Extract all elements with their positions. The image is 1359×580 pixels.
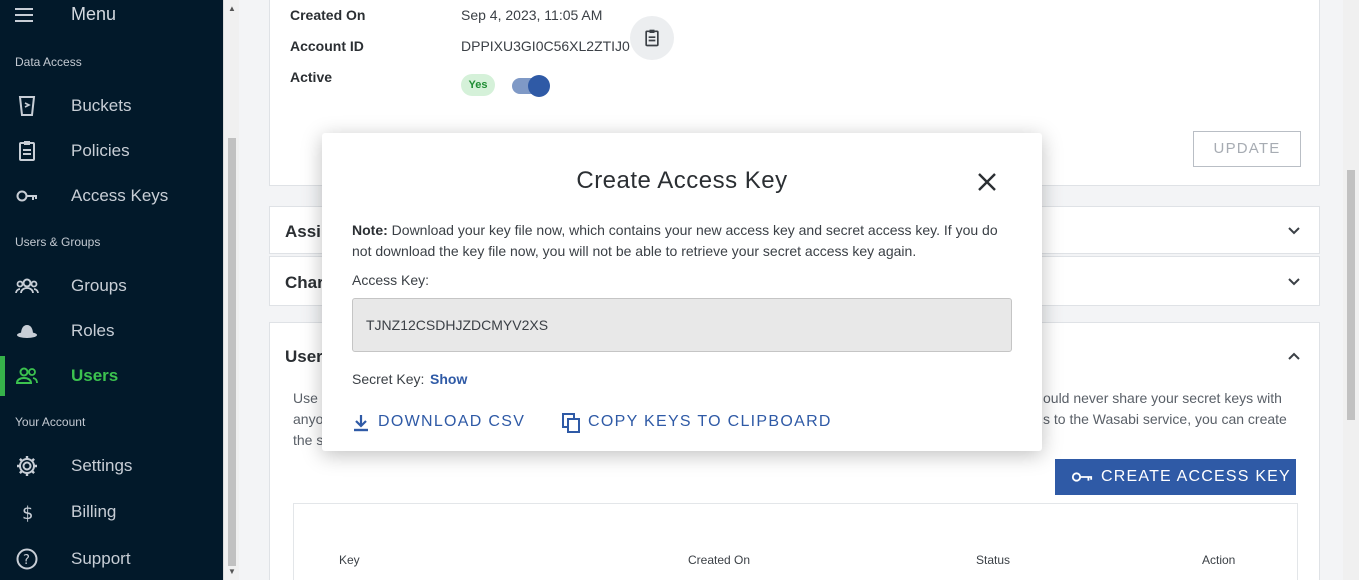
hamburger-icon <box>15 8 33 22</box>
update-button[interactable]: UPDATE <box>1193 131 1301 167</box>
close-button[interactable] <box>974 169 1000 195</box>
dialog-note: Note: Download your key file now, which … <box>352 220 1012 262</box>
sidebar-item-buckets[interactable]: Buckets <box>0 86 223 126</box>
svg-text:?: ? <box>23 553 30 568</box>
toggle-knob <box>528 75 550 97</box>
chevron-down-icon <box>1288 278 1300 286</box>
access-key-label: Access Key: <box>352 272 430 288</box>
secret-key-label: Secret Key: <box>352 371 425 387</box>
note-label: Note: <box>352 222 388 238</box>
bucket-icon <box>15 94 39 118</box>
sidebar-item-groups[interactable]: Groups <box>0 266 223 306</box>
sidebar-scrollbar[interactable]: ▲ ▼ <box>223 0 239 580</box>
copy-keys-button[interactable]: COPY KEYS TO CLIPBOARD <box>562 412 830 434</box>
create-access-key-dialog: Create Access Key Note: Download your ke… <box>322 133 1042 451</box>
keys-paragraph-right: ould never share your secret keys with s… <box>1043 390 1287 427</box>
column-header-key: Key <box>339 553 360 567</box>
created-on-value: Sep 4, 2023, 11:05 AM <box>461 7 603 23</box>
sidebar-item-label: Groups <box>71 276 127 295</box>
key-icon <box>1071 472 1093 482</box>
sidebar-item-label: Settings <box>71 456 133 475</box>
clipboard-icon <box>15 139 39 163</box>
sidebar-item-users[interactable]: Users <box>0 356 223 396</box>
access-keys-table <box>293 503 1298 580</box>
gear-icon <box>15 454 39 478</box>
column-header-status: Status <box>976 553 1011 567</box>
created-on-label: Created On <box>290 7 366 23</box>
copy-account-id-button[interactable] <box>630 16 674 60</box>
sidebar-item-roles[interactable]: Roles <box>0 311 223 351</box>
users-icon <box>15 364 39 388</box>
sidebar-item-label: Users <box>71 366 119 385</box>
sidebar-item-access-keys[interactable]: Access Keys <box>0 176 223 216</box>
sidebar-item-label: Access Keys <box>71 186 169 205</box>
column-header-action: Action <box>1202 553 1236 567</box>
create-access-key-label: CREATE ACCESS KEY <box>1101 468 1291 485</box>
account-id-value: DPPIXU3GI0C56XL2ZTIJ0 <box>461 38 630 54</box>
sidebar-item-label: Billing <box>71 502 117 521</box>
sidebar-item-label: Support <box>71 549 131 568</box>
download-csv-button[interactable]: DOWNLOAD CSV <box>352 412 526 434</box>
copy-keys-label: COPY KEYS TO CLIPBOARD <box>588 413 832 430</box>
access-key-field[interactable]: TJNZ12CSDHJZDCMYV2XS <box>352 298 1012 352</box>
sidebar-item-billing[interactable]: $ Billing <box>0 492 223 532</box>
menu-toggle[interactable]: Menu <box>0 0 223 30</box>
chevron-down-icon <box>1288 227 1300 235</box>
sidebar-item-support[interactable]: ? Support <box>0 539 223 579</box>
active-toggle[interactable] <box>512 75 550 97</box>
menu-label: Menu <box>71 4 117 24</box>
help-icon: ? <box>15 547 39 571</box>
sidebar-item-label: Buckets <box>71 96 132 115</box>
sidebar-item-policies[interactable]: Policies <box>0 131 223 171</box>
note-text: Download your key file now, which contai… <box>352 222 998 259</box>
section-users-groups: Users & Groups <box>15 235 101 249</box>
section-data-access: Data Access <box>15 55 82 69</box>
svg-text:$: $ <box>22 503 33 524</box>
change-section-title: Char <box>285 273 324 292</box>
active-label: Active <box>290 69 333 85</box>
scrollbar-thumb[interactable] <box>228 138 236 566</box>
scroll-up-icon[interactable]: ▲ <box>228 4 236 13</box>
clipboard-icon <box>645 29 659 47</box>
dollar-icon: $ <box>15 500 39 524</box>
download-csv-label: DOWNLOAD CSV <box>378 413 526 430</box>
sidebar-item-settings[interactable]: Settings <box>0 446 223 486</box>
dialog-title: Create Access Key <box>576 167 788 194</box>
sidebar: Menu Data Access Buckets Policies Access… <box>0 0 223 580</box>
assigned-section-title: Assi <box>285 222 321 241</box>
create-access-key-button[interactable]: CREATE ACCESS KEY <box>1055 459 1296 495</box>
group-icon <box>15 274 39 298</box>
section-your-account: Your Account <box>15 415 86 429</box>
download-icon <box>354 415 368 432</box>
access-keys-section-title: User <box>285 347 323 366</box>
key-icon <box>15 184 39 208</box>
scrollbar-thumb[interactable] <box>1347 170 1355 420</box>
copy-icon <box>562 413 580 433</box>
close-icon <box>978 173 996 191</box>
scroll-down-icon[interactable]: ▼ <box>228 567 236 576</box>
account-id-label: Account ID <box>290 38 364 54</box>
active-status-badge: Yes <box>461 74 495 96</box>
page-scrollbar[interactable] <box>1343 0 1359 580</box>
show-secret-key-link[interactable]: Show <box>430 371 467 387</box>
chevron-up-icon[interactable] <box>1287 349 1301 363</box>
sidebar-item-label: Policies <box>71 141 130 160</box>
column-header-created-on: Created On <box>688 553 751 567</box>
sidebar-item-label: Roles <box>71 321 115 340</box>
hat-icon <box>15 319 39 343</box>
